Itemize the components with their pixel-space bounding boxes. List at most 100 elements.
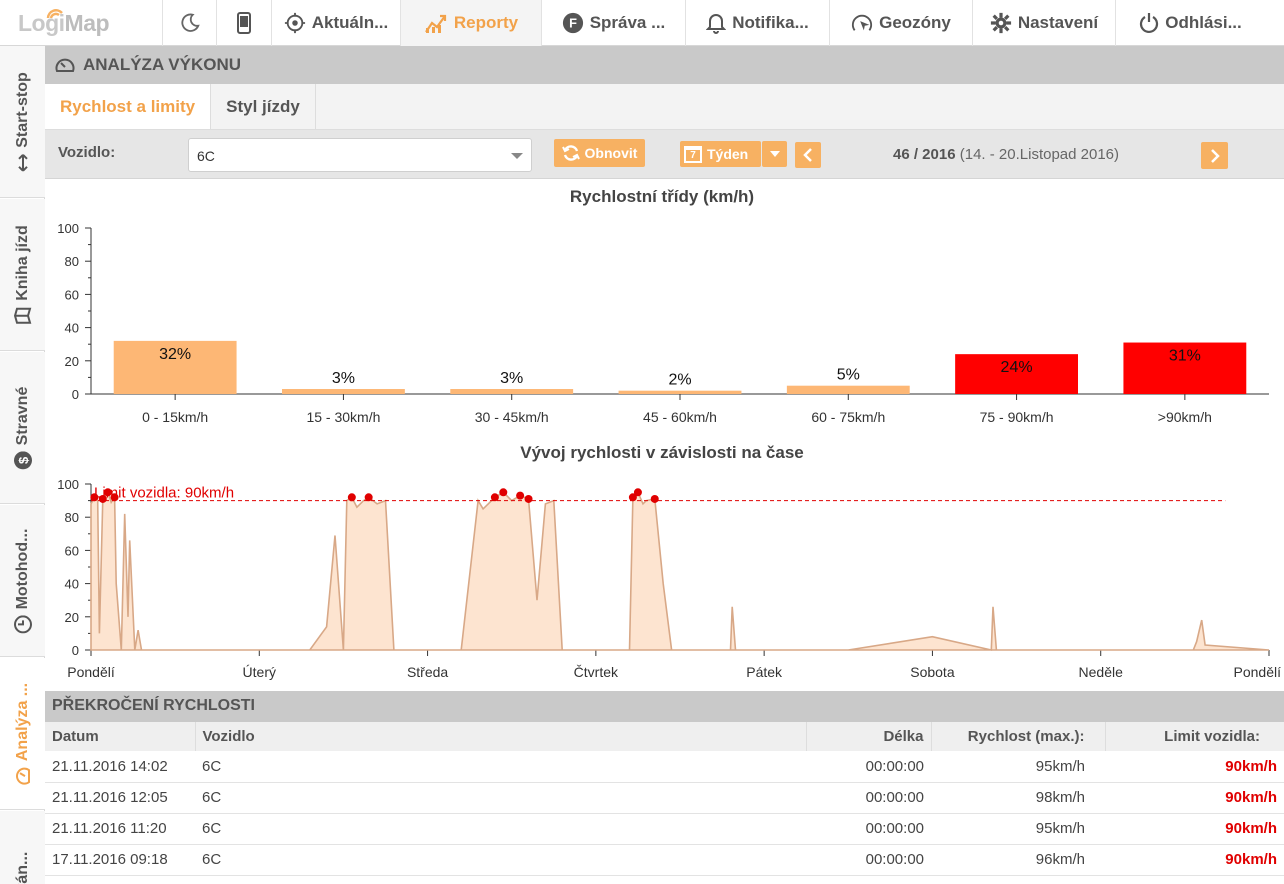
sidebar-item-analyza[interactable]: Analýza ... bbox=[0, 658, 45, 810]
table-row[interactable]: 21.11.2016 14:02 6C 00:00:00 95km/h 90km/h bbox=[45, 751, 1284, 783]
tab-styl-jizdy[interactable]: Styl jízdy bbox=[211, 84, 316, 129]
speed-area bbox=[90, 490, 1270, 651]
cell-limit: 90km/h bbox=[1105, 813, 1284, 845]
chevron-left-icon bbox=[803, 148, 812, 162]
cell-delka: 00:00:00 bbox=[806, 844, 931, 876]
geofence-icon bbox=[852, 14, 873, 31]
cell-vozidlo: 6C bbox=[195, 782, 806, 814]
cell-limit: 90km/h bbox=[1105, 782, 1284, 814]
col-vozidlo[interactable]: Vozidlo bbox=[195, 722, 807, 751]
overspeed-point bbox=[633, 488, 642, 497]
arrows-icon bbox=[17, 153, 28, 171]
bar-value-label: 5% bbox=[837, 367, 860, 384]
table-row[interactable]: 17.11.2016 09:18 6C 00:00:00 96km/h 90km/h bbox=[45, 844, 1284, 876]
cell-vozidlo: 6C bbox=[195, 813, 806, 845]
clock-icon bbox=[13, 614, 32, 633]
x-tick-label: 30 - 45km/h bbox=[475, 409, 549, 425]
overspeed-point bbox=[524, 494, 533, 503]
vehicle-label: Vozidlo: bbox=[58, 144, 116, 161]
night-mode-button[interactable] bbox=[163, 0, 217, 46]
nav-sprava-label: Správa ... bbox=[589, 13, 666, 32]
cell-delka: 00:00:00 bbox=[806, 782, 931, 814]
nav-reporty[interactable]: Reporty bbox=[401, 0, 542, 46]
logimap-logo[interactable]: LogiMap bbox=[0, 0, 163, 46]
col-datum[interactable]: Datum bbox=[45, 722, 196, 751]
gear-icon bbox=[990, 12, 1011, 34]
overspeed-point bbox=[650, 494, 659, 503]
x-tick-label: 75 - 90km/h bbox=[980, 409, 1054, 425]
chart-icon bbox=[424, 14, 446, 33]
main-content: ANALÝZA VÝKONU Rychlost a limity Styl jí… bbox=[45, 46, 1284, 884]
nav-odhlasit[interactable]: Odhlási... bbox=[1116, 0, 1265, 46]
prev-week-button[interactable] bbox=[795, 142, 821, 168]
bar bbox=[618, 390, 742, 394]
week-number: 46 / 2016 bbox=[893, 146, 956, 163]
overspeed-point bbox=[364, 493, 373, 502]
next-week-button[interactable] bbox=[1201, 142, 1228, 169]
left-sidebar: Start-stop Kniha jízd $ Stravné Motohod.… bbox=[0, 46, 45, 884]
bar bbox=[282, 389, 405, 394]
sidebar-item-label: Kniha jízd bbox=[13, 224, 31, 301]
bar-value-label: 31% bbox=[1169, 348, 1201, 365]
overspeed-point bbox=[98, 494, 107, 503]
cell-delka: 00:00:00 bbox=[806, 813, 931, 845]
tab-rychlost-a-limity[interactable]: Rychlost a limity bbox=[45, 84, 212, 129]
chevron-down-icon bbox=[769, 151, 780, 157]
y-tick-label: 20 bbox=[65, 354, 79, 369]
x-tick-label: Pondělí bbox=[67, 664, 115, 680]
refresh-button[interactable]: Obnovit bbox=[554, 139, 645, 167]
mobile-button[interactable] bbox=[217, 0, 272, 46]
col-rychlost[interactable]: Rychlost (max.): bbox=[931, 722, 1106, 751]
x-tick-label: Středa bbox=[407, 664, 448, 680]
cell-rychlost: 95km/h bbox=[931, 751, 1105, 783]
sidebar-item-motohodiny[interactable]: Motohod... bbox=[0, 505, 45, 657]
nav-notifikace-label: Notifika... bbox=[732, 13, 809, 32]
overspeed-point bbox=[110, 493, 119, 502]
y-tick-label: 0 bbox=[72, 387, 79, 402]
cell-rychlost: 95km/h bbox=[931, 813, 1105, 845]
speed-classes-chart: 0 20 40 60 80 100 32% 0 - 15km/h 3% 15 - 30km/h 3%… bbox=[57, 221, 1269, 425]
report-tabs: Rychlost a limity Styl jízdy bbox=[45, 84, 1284, 130]
svg-text:$: $ bbox=[16, 455, 31, 463]
refresh-label: Obnovit bbox=[584, 145, 638, 161]
x-tick-label: Čtvrtek bbox=[574, 664, 619, 680]
nav-notifikace[interactable]: Notifika... bbox=[686, 0, 830, 46]
nav-odhlasit-label: Odhlási... bbox=[1165, 13, 1242, 32]
nav-geozony[interactable]: Geozóny bbox=[830, 0, 973, 46]
target-icon bbox=[284, 12, 305, 34]
x-tick-label: 60 - 75km/h bbox=[811, 409, 885, 425]
filter-bar: Vozidlo: 6C Obnovit 7 Týden 46 / 2016 (1… bbox=[45, 130, 1284, 179]
y-tick-label: 20 bbox=[65, 610, 79, 625]
week-info: 46 / 2016 (14. - 20.Listopad 2016) bbox=[893, 146, 1119, 163]
chevron-down-icon bbox=[511, 153, 523, 159]
period-dropdown-button[interactable] bbox=[762, 141, 787, 167]
sidebar-item-label: Start-stop bbox=[13, 71, 31, 148]
nav-aktualni[interactable]: Aktuáln... bbox=[272, 0, 401, 46]
col-delka[interactable]: Délka bbox=[806, 722, 932, 751]
x-tick-label: Sobota bbox=[910, 664, 955, 680]
charts-area: Rychlostní třídy (km/h) 0 20 40 60 80 100 32% 0… bbox=[45, 179, 1284, 689]
sidebar-item-hodnoceni[interactable]: ován... bbox=[0, 811, 45, 884]
table-row[interactable]: 21.11.2016 11:20 6C 00:00:00 95km/h 90km/h bbox=[45, 813, 1284, 845]
sidebar-item-label: ován... bbox=[13, 851, 31, 884]
cell-datum: 21.11.2016 12:05 bbox=[45, 782, 195, 814]
y-tick-label: 80 bbox=[65, 254, 79, 269]
cell-vozidlo: 6C bbox=[195, 751, 806, 783]
section-title: ANALÝZA VÝKONU bbox=[83, 55, 242, 74]
cell-limit: 90km/h bbox=[1105, 844, 1284, 876]
sidebar-item-start-stop[interactable]: Start-stop bbox=[0, 46, 45, 198]
vehicle-select[interactable]: 6C bbox=[188, 138, 532, 172]
power-icon bbox=[1140, 13, 1159, 34]
nav-sprava[interactable]: F Správa ... bbox=[542, 0, 686, 46]
nav-nastaveni[interactable]: Nastavení bbox=[973, 0, 1116, 46]
sidebar-item-stravne[interactable]: $ Stravné bbox=[0, 352, 45, 504]
y-tick-label: 0 bbox=[72, 643, 79, 658]
sidebar-item-kniha-jizd[interactable]: Kniha jízd bbox=[0, 199, 45, 351]
nav-aktualni-label: Aktuáln... bbox=[311, 13, 389, 32]
table-row[interactable]: 21.11.2016 12:05 6C 00:00:00 98km/h 90km/h bbox=[45, 782, 1284, 814]
x-tick-label: 45 - 60km/h bbox=[643, 409, 717, 425]
bell-icon bbox=[706, 14, 727, 34]
period-button[interactable]: 7 Týden bbox=[680, 141, 761, 167]
col-limit[interactable]: Limit vozidla: bbox=[1105, 722, 1284, 751]
x-tick-label: Pátek bbox=[746, 664, 783, 680]
